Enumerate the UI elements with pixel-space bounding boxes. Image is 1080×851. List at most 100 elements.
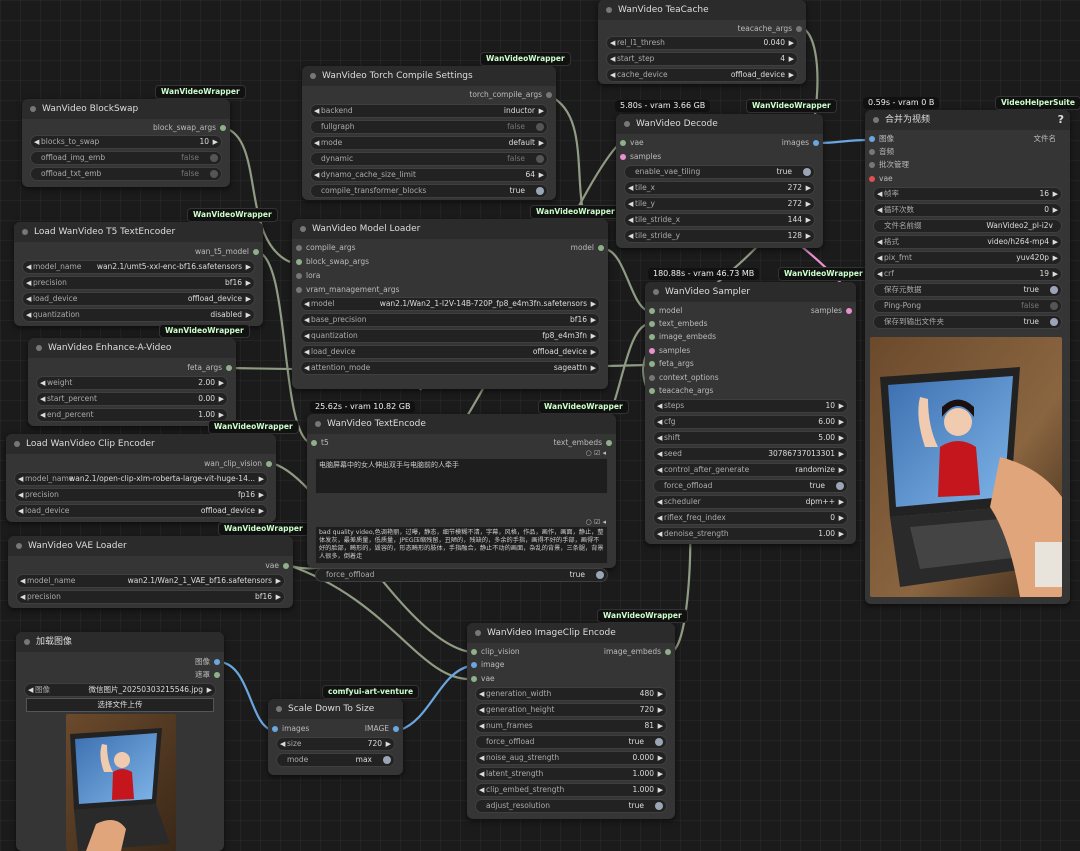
widget-weight[interactable]: ◀ weight 2.00 ▶	[36, 376, 228, 390]
collapse-dot[interactable]	[873, 117, 879, 123]
output-socket[interactable]	[226, 365, 232, 371]
widget-shift[interactable]: ◀ shift 5.00 ▶	[653, 431, 848, 445]
node-title[interactable]: WanVideo Model Loader	[292, 219, 608, 239]
widget-cfg[interactable]: ◀ cfg 6.00 ▶	[653, 415, 848, 429]
node-title[interactable]: WanVideo Enhance-A-Video	[28, 338, 236, 358]
input-socket[interactable]	[869, 149, 875, 155]
widget-filename-prefix[interactable]: 文件名前缀 WanVideo2_pl-i2v	[873, 219, 1062, 233]
input-vae[interactable]: vae	[467, 672, 495, 686]
widget-clip-precision[interactable]: ◀ precision fp16 ▶	[14, 488, 268, 502]
node-decode[interactable]: WanVideo Decode vae samples images enabl…	[616, 114, 823, 248]
negative-prompt-input[interactable]: bad quality video,色调艳丽，过曝，静态，细节模糊不清，字幕，风…	[315, 526, 608, 564]
collapse-dot[interactable]	[16, 543, 22, 549]
input-socket[interactable]	[649, 375, 655, 381]
output-torch-compile-args[interactable]: torch_compile_args	[469, 88, 556, 102]
input-lora[interactable]: lora	[292, 269, 320, 283]
toggle-save-metadata[interactable]: 保存元数据 true	[873, 283, 1062, 297]
widget-base-precision[interactable]: ◀ base_precision bf16 ▶	[300, 313, 600, 327]
widget-tile-x[interactable]: ◀ tile_x 272 ▶	[624, 181, 815, 195]
widget-dynamo-cache[interactable]: ◀ dynamo_cache_size_limit 64 ▶	[310, 168, 548, 182]
widget-generation-height[interactable]: ◀ generation_height 720 ▶	[475, 703, 667, 717]
widget-tile-stride-y[interactable]: ◀ tile_stride_y 128 ▶	[624, 229, 815, 243]
collapse-dot[interactable]	[276, 706, 282, 712]
collapse-dot[interactable]	[22, 229, 28, 235]
collapse-dot[interactable]	[624, 121, 630, 127]
node-load-image[interactable]: 加载图像 图像 遮罩 ◀ 图像 微信图片_20250303215546.jpg ▶ 选…	[16, 632, 224, 851]
widget-control-after-generate[interactable]: ◀ control_after_generate randomize ▶	[653, 463, 848, 477]
input-socket[interactable]	[649, 348, 655, 354]
input-socket[interactable]	[620, 154, 626, 160]
input-samples[interactable]: samples	[645, 344, 690, 358]
collapse-dot[interactable]	[24, 639, 30, 645]
collapse-dot[interactable]	[606, 7, 612, 13]
node-title[interactable]: WanVideo Sampler	[645, 282, 856, 302]
node-clip-encoder[interactable]: Load WanVideo Clip Encoder wan_clip_visi…	[6, 434, 276, 522]
node-torch-compile[interactable]: WanVideo Torch Compile Settings torch_co…	[302, 66, 556, 200]
widget-seed[interactable]: ◀ seed 30786737013301 ▶	[653, 447, 848, 461]
upload-button[interactable]: 选择文件上传	[26, 698, 214, 712]
widget-clip-model-name[interactable]: ◀ model_name wan2.1/open-clip-xlm-roberta-…	[14, 472, 268, 486]
input-socket[interactable]	[649, 334, 655, 340]
widget-steps[interactable]: ◀ steps 10 ▶	[653, 399, 848, 413]
output-image-embeds[interactable]: image_embeds	[604, 645, 675, 659]
input-clip-vision[interactable]: clip_vision	[467, 645, 520, 659]
output-socket[interactable]	[393, 726, 399, 732]
widget-end-percent[interactable]: ◀ end_percent 1.00 ▶	[36, 408, 228, 422]
output-image[interactable]: 图像	[195, 655, 224, 669]
widget-crf[interactable]: ◀ crf 19 ▶	[873, 267, 1062, 281]
output-socket[interactable]	[846, 308, 852, 314]
input-socket[interactable]	[296, 273, 302, 279]
output-wan-t5-model[interactable]: wan_t5_model	[195, 245, 263, 259]
output-socket[interactable]	[598, 245, 604, 251]
output-mask[interactable]: 遮罩	[195, 668, 224, 682]
output-wan-clip-vision[interactable]: wan_clip_vision	[204, 457, 276, 471]
toggle-adjust-resolution[interactable]: adjust_resolution true	[475, 799, 667, 813]
widget-latent-strength[interactable]: ◀ latent_strength 1.000 ▶	[475, 767, 667, 781]
node-title[interactable]: 合并为视频?	[865, 110, 1070, 130]
input-socket[interactable]	[649, 388, 655, 394]
widget-t5-quantization[interactable]: ◀ quantization disabled ▶	[22, 308, 255, 322]
widget-start-percent[interactable]: ◀ start_percent 0.00 ▶	[36, 392, 228, 406]
node-teacache[interactable]: WanVideo TeaCache teacache_args ◀ rel_l1_…	[598, 0, 806, 84]
positive-prompt-input[interactable]: 电脑屏幕中的女人伸出双手与电脑前的人牵手	[315, 458, 608, 494]
widget-cache-device[interactable]: ◀ cache_device offload_device ▶	[606, 68, 798, 82]
input-compile-args[interactable]: compile_args	[292, 241, 356, 255]
output-socket[interactable]	[214, 659, 220, 665]
input-t5[interactable]: t5	[307, 436, 329, 450]
input-socket[interactable]	[869, 176, 875, 182]
input-socket[interactable]	[471, 676, 477, 682]
collapse-dot[interactable]	[653, 289, 659, 295]
input-socket[interactable]	[649, 361, 655, 367]
toggle-fullgraph[interactable]: fullgraph false	[310, 120, 548, 134]
output-socket[interactable]	[606, 440, 612, 446]
input-image[interactable]: image	[467, 658, 504, 672]
widget-model[interactable]: ◀ model wan2.1/Wan2_1-I2V-14B-720P_fp8_e4m…	[300, 297, 600, 311]
output-socket[interactable]	[665, 649, 671, 655]
node-title[interactable]: Load WanVideo T5 TextEncoder	[14, 222, 263, 242]
toggle-dynamic[interactable]: dynamic false	[310, 152, 548, 166]
node-title[interactable]: WanVideo VAE Loader	[8, 536, 293, 556]
widget-backend[interactable]: ◀ backend inductor ▶	[310, 104, 548, 118]
output-image[interactable]: IMAGE	[365, 722, 403, 736]
input-images[interactable]: images	[268, 722, 309, 736]
widget-clip-embed-strength[interactable]: ◀ clip_embed_strength 1.000 ▶	[475, 783, 667, 797]
output-socket[interactable]	[253, 249, 259, 255]
collapse-dot[interactable]	[475, 630, 481, 636]
node-t5-encoder[interactable]: Load WanVideo T5 TextEncoder wan_t5_mode…	[14, 222, 263, 326]
output-text-embeds[interactable]: text_embeds	[553, 436, 616, 450]
input-batch-manager[interactable]: 批次管理	[865, 158, 909, 172]
widget-blocks-to-swap[interactable]: ◀ blocks_to_swap 10 ▶	[30, 135, 222, 149]
output-socket[interactable]	[1060, 136, 1066, 142]
output-socket[interactable]	[214, 672, 220, 678]
input-socket[interactable]	[272, 726, 278, 732]
node-combine-video[interactable]: 合并为视频? 图像 音频 批次管理 vae 文件名 ◀ 帧率 16 ▶ ◀ 循环次数 0 ▶…	[865, 110, 1070, 604]
node-imageclip-encode[interactable]: WanVideo ImageClip Encode clip_vision im…	[467, 623, 675, 819]
input-context-options[interactable]: context_options	[645, 371, 719, 385]
node-scale-down[interactable]: Scale Down To Size images IMAGE ◀ size 720…	[268, 699, 403, 775]
output-socket[interactable]	[813, 140, 819, 146]
input-socket[interactable]	[869, 162, 875, 168]
input-socket[interactable]	[296, 245, 302, 251]
input-socket[interactable]	[311, 440, 317, 446]
input-image-embeds[interactable]: image_embeds	[645, 330, 716, 344]
widget-start-step[interactable]: ◀ start_step 4 ▶	[606, 52, 798, 66]
